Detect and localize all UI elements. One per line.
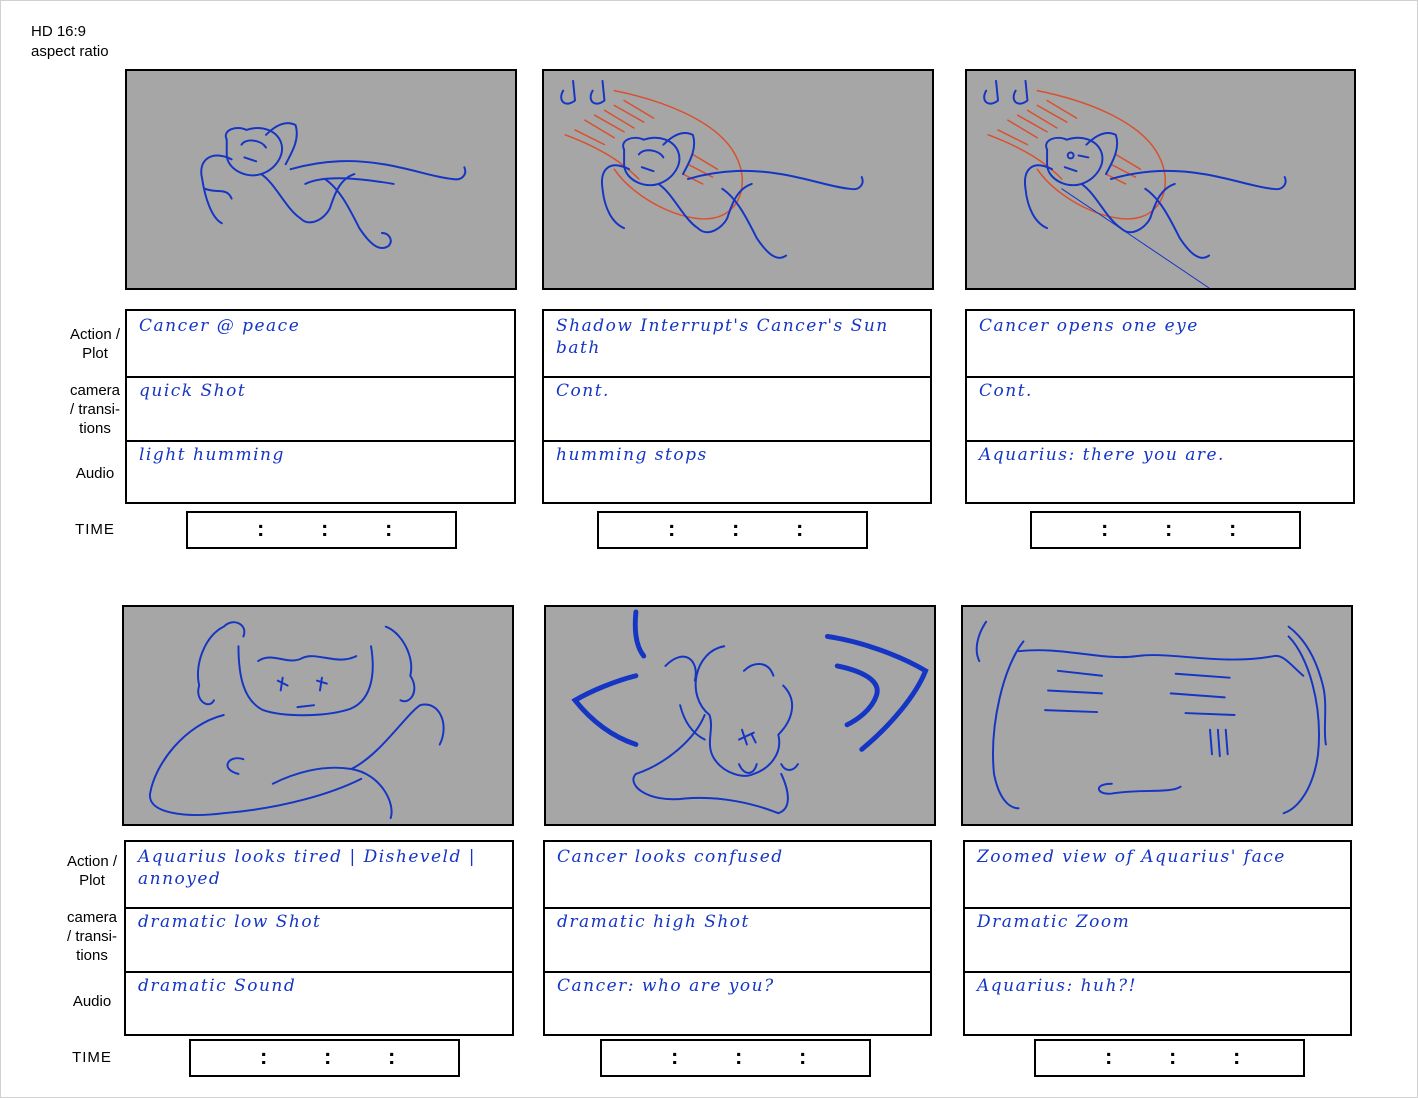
camera-cell[interactable]: quick Shot — [127, 376, 514, 442]
camera-cell[interactable]: dramatic low Shot — [126, 907, 512, 973]
time-colon: : — [799, 1044, 807, 1069]
time-colon: : — [388, 1044, 396, 1069]
audio-cell[interactable]: light humming — [127, 440, 514, 502]
time-input-4[interactable]: : : : — [189, 1039, 460, 1077]
time-colon: : — [1101, 516, 1109, 541]
storyboard-frame-1 — [125, 69, 517, 290]
time-colon: : — [735, 1044, 743, 1069]
action-text: Shadow Interrupt's Cancer's Sun bath — [556, 316, 889, 358]
label-text: / transi- — [69, 401, 120, 418]
time-colon: : — [1229, 516, 1237, 541]
label-text: Action / — [66, 853, 118, 870]
action-text: Cancer opens one eye — [979, 316, 1199, 336]
audio-text: dramatic Sound — [138, 976, 297, 996]
time-colon: : — [257, 516, 265, 541]
action-cell[interactable]: Aquarius looks tired | Disheveld | annoy… — [126, 842, 512, 909]
audio-cell[interactable]: humming stops — [544, 440, 930, 502]
camera-cell[interactable]: Cont. — [967, 376, 1353, 442]
action-plot-label: Action / Plot — [60, 325, 130, 363]
time-colon: : — [1233, 1044, 1241, 1069]
time-input-3[interactable]: : : : — [1030, 511, 1301, 549]
action-text: Aquarius looks tired | Disheveld | annoy… — [138, 847, 477, 889]
audio-text: Aquarius: there you are. — [979, 445, 1225, 465]
camera-text: dramatic high Shot — [557, 912, 750, 932]
audio-cell[interactable]: Aquarius: huh?! — [965, 971, 1350, 1034]
sketch-cancer-upside-down — [571, 609, 929, 815]
notes-box-4: Aquarius looks tired | Disheveld | annoy… — [124, 840, 514, 1036]
sketch-figure-lying-shadow-eye — [983, 79, 1287, 288]
label-text: camera — [69, 382, 121, 399]
audio-cell[interactable]: dramatic Sound — [126, 971, 512, 1034]
time-input-5[interactable]: : : : — [600, 1039, 871, 1077]
sketch-aquarius-face-zoom — [975, 620, 1327, 815]
action-cell[interactable]: Cancer @ peace — [127, 311, 514, 378]
storyboard-frame-4 — [122, 605, 514, 826]
audio-text: light humming — [139, 445, 285, 465]
label-text: Action / — [69, 326, 121, 343]
label-text: Plot — [79, 872, 105, 889]
header-line-1: HD 16:9 — [31, 23, 87, 40]
label-text: / transi- — [66, 928, 117, 945]
camera-text: Cont. — [556, 381, 610, 401]
audio-label: Audio — [72, 993, 112, 1010]
label-text: Plot — [82, 345, 108, 362]
camera-text: Cont. — [979, 381, 1033, 401]
header-line-2: aspect ratio — [31, 43, 109, 60]
sketch-aquarius-arms-crossed — [149, 621, 445, 820]
label-text: camera — [66, 909, 118, 926]
sketch-figure-lying — [200, 122, 467, 249]
notes-box-6: Zoomed view of Aquarius' face Dramatic Z… — [963, 840, 1352, 1036]
time-colon: : — [1169, 1044, 1177, 1069]
camera-transitions-label: camera / transi- tions — [60, 381, 130, 438]
notes-box-5: Cancer looks confused dramatic high Shot… — [543, 840, 932, 1036]
action-text: Zoomed view of Aquarius' face — [977, 847, 1286, 867]
time-input-6[interactable]: : : : — [1034, 1039, 1305, 1077]
camera-transitions-label: camera / transi- tions — [57, 908, 127, 965]
time-colon: : — [385, 516, 393, 541]
camera-text: dramatic low Shot — [138, 912, 322, 932]
notes-box-2: Shadow Interrupt's Cancer's Sun bath Con… — [542, 309, 932, 504]
action-cell[interactable]: Zoomed view of Aquarius' face — [965, 842, 1350, 909]
audio-text: humming stops — [556, 445, 708, 465]
camera-cell[interactable]: dramatic high Shot — [545, 907, 930, 973]
camera-cell[interactable]: Cont. — [544, 376, 930, 442]
aspect-ratio-header: HD 16:9 aspect ratio — [31, 22, 109, 62]
action-cell[interactable]: Shadow Interrupt's Cancer's Sun bath — [544, 311, 930, 378]
time-colon: : — [1105, 1044, 1113, 1069]
time-label: TIME — [72, 1049, 112, 1066]
action-text: Cancer looks confused — [557, 847, 784, 867]
camera-cell[interactable]: Dramatic Zoom — [965, 907, 1350, 973]
audio-cell[interactable]: Cancer: who are you? — [545, 971, 930, 1034]
camera-text: quick Shot — [139, 381, 247, 401]
time-colon: : — [260, 1044, 268, 1069]
action-cell[interactable]: Cancer opens one eye — [967, 311, 1353, 378]
time-colon: : — [324, 1044, 332, 1069]
label-text: tions — [76, 947, 108, 964]
sketch-figure-lying-shadow — [560, 79, 864, 259]
storyboard-frame-2 — [542, 69, 934, 290]
storyboard-frame-5 — [544, 605, 936, 826]
audio-cell[interactable]: Aquarius: there you are. — [967, 440, 1353, 502]
time-colon: : — [1165, 516, 1173, 541]
time-input-2[interactable]: : : : — [597, 511, 868, 549]
label-text: tions — [79, 420, 111, 437]
notes-box-3: Cancer opens one eye Cont. Aquarius: the… — [965, 309, 1355, 504]
time-input-1[interactable]: : : : — [186, 511, 457, 549]
action-plot-label: Action / Plot — [57, 852, 127, 890]
time-label: TIME — [75, 521, 115, 538]
time-colon: : — [321, 516, 329, 541]
notes-box-1: Cancer @ peace quick Shot light humming — [125, 309, 516, 504]
storyboard-frame-6 — [961, 605, 1353, 826]
time-colon: : — [668, 516, 676, 541]
audio-text: Aquarius: huh?! — [977, 976, 1137, 996]
time-colon: : — [732, 516, 740, 541]
storyboard-frame-3 — [965, 69, 1356, 290]
action-cell[interactable]: Cancer looks confused — [545, 842, 930, 909]
audio-text: Cancer: who are you? — [557, 976, 775, 996]
audio-label: Audio — [75, 465, 115, 482]
time-colon: : — [796, 516, 804, 541]
action-text: Cancer @ peace — [139, 316, 301, 336]
camera-text: Dramatic Zoom — [977, 912, 1131, 932]
time-colon: : — [671, 1044, 679, 1069]
